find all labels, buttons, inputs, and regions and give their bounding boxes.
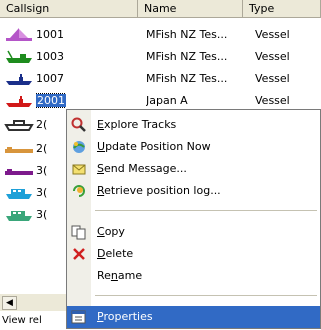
- menu-item-label: Send Message...: [97, 162, 187, 175]
- menu-item-update-position-now[interactable]: Update Position Now: [67, 136, 320, 158]
- column-header-callsign[interactable]: Callsign: [0, 0, 138, 17]
- trawler-icon: [4, 186, 34, 200]
- copy-icon: [71, 224, 87, 240]
- menu-item-delete[interactable]: Delete: [67, 243, 320, 265]
- callsign-cell: 3(: [36, 186, 48, 199]
- callsign-cell: 1001: [36, 28, 64, 41]
- menu-item-properties[interactable]: Properties: [67, 306, 320, 328]
- type-cell: Vessel: [255, 72, 290, 85]
- menu-item-label: Explore Tracks: [97, 118, 177, 131]
- name-cell: MFish NZ Tes...: [146, 50, 228, 63]
- context-menu: Explore Tracks Update Position Now Send Me…: [66, 109, 321, 329]
- delete-icon: [71, 246, 87, 262]
- ship-outline-icon: [4, 118, 34, 132]
- column-header-name[interactable]: Name: [138, 0, 243, 17]
- callsign-cell: 1007: [36, 72, 64, 85]
- trawler-icon: [4, 208, 34, 222]
- send-message-icon: [71, 161, 87, 177]
- callsign-cell: 2001: [36, 93, 66, 108]
- menu-separator: [95, 295, 317, 296]
- menu-item-label: Retrieve position log...: [97, 184, 221, 197]
- callsign-cell: 3(: [36, 164, 48, 177]
- menu-item-label: Update Position Now: [97, 140, 211, 153]
- ship-icon: [4, 72, 34, 86]
- menu-item-label: Rename: [97, 269, 143, 282]
- scroll-left-button[interactable]: ◀: [2, 296, 17, 310]
- callsign-cell: 1003: [36, 50, 64, 63]
- longliner-icon: [4, 164, 34, 178]
- longliner-icon: [4, 142, 34, 156]
- ship-icon: [4, 94, 34, 108]
- menu-item-rename[interactable]: Rename: [67, 265, 320, 287]
- name-cell: MFish NZ Tes...: [146, 72, 228, 85]
- status-text: View rel: [2, 315, 42, 326]
- callsign-cell: 2(: [36, 142, 48, 155]
- menu-item-label: Properties: [97, 310, 153, 323]
- properties-icon: [71, 309, 87, 325]
- column-header-type[interactable]: Type: [243, 0, 321, 17]
- callsign-cell: 2(: [36, 118, 48, 131]
- sailboat-icon: [4, 28, 34, 42]
- column-header-bar: Callsign Name Type: [0, 0, 321, 18]
- fishing-vessel-icon: [4, 50, 34, 64]
- vessel-row[interactable]: 1001 MFish NZ Tes... Vessel: [0, 24, 321, 46]
- menu-separator: [95, 210, 317, 211]
- explore-tracks-icon: [71, 117, 87, 133]
- type-cell: Vessel: [255, 28, 290, 41]
- type-cell: Vessel: [255, 50, 290, 63]
- horizontal-scrollbar[interactable]: ◀: [0, 293, 66, 311]
- update-position-icon: [71, 139, 87, 155]
- menu-item-retrieve-position-log[interactable]: Retrieve position log...: [67, 180, 320, 202]
- vessel-row[interactable]: 1003 MFish NZ Tes... Vessel: [0, 46, 321, 68]
- menu-item-label: Delete: [97, 247, 134, 260]
- name-cell: MFish NZ Tes...: [146, 28, 228, 41]
- retrieve-log-icon: [71, 183, 87, 199]
- vessel-row[interactable]: 1007 MFish NZ Tes... Vessel: [0, 68, 321, 90]
- menu-item-send-message[interactable]: Send Message...: [67, 158, 320, 180]
- menu-item-explore-tracks[interactable]: Explore Tracks: [67, 114, 320, 136]
- callsign-cell: 3(: [36, 208, 48, 221]
- menu-item-copy[interactable]: Copy: [67, 221, 320, 243]
- menu-item-label: Copy: [97, 225, 125, 238]
